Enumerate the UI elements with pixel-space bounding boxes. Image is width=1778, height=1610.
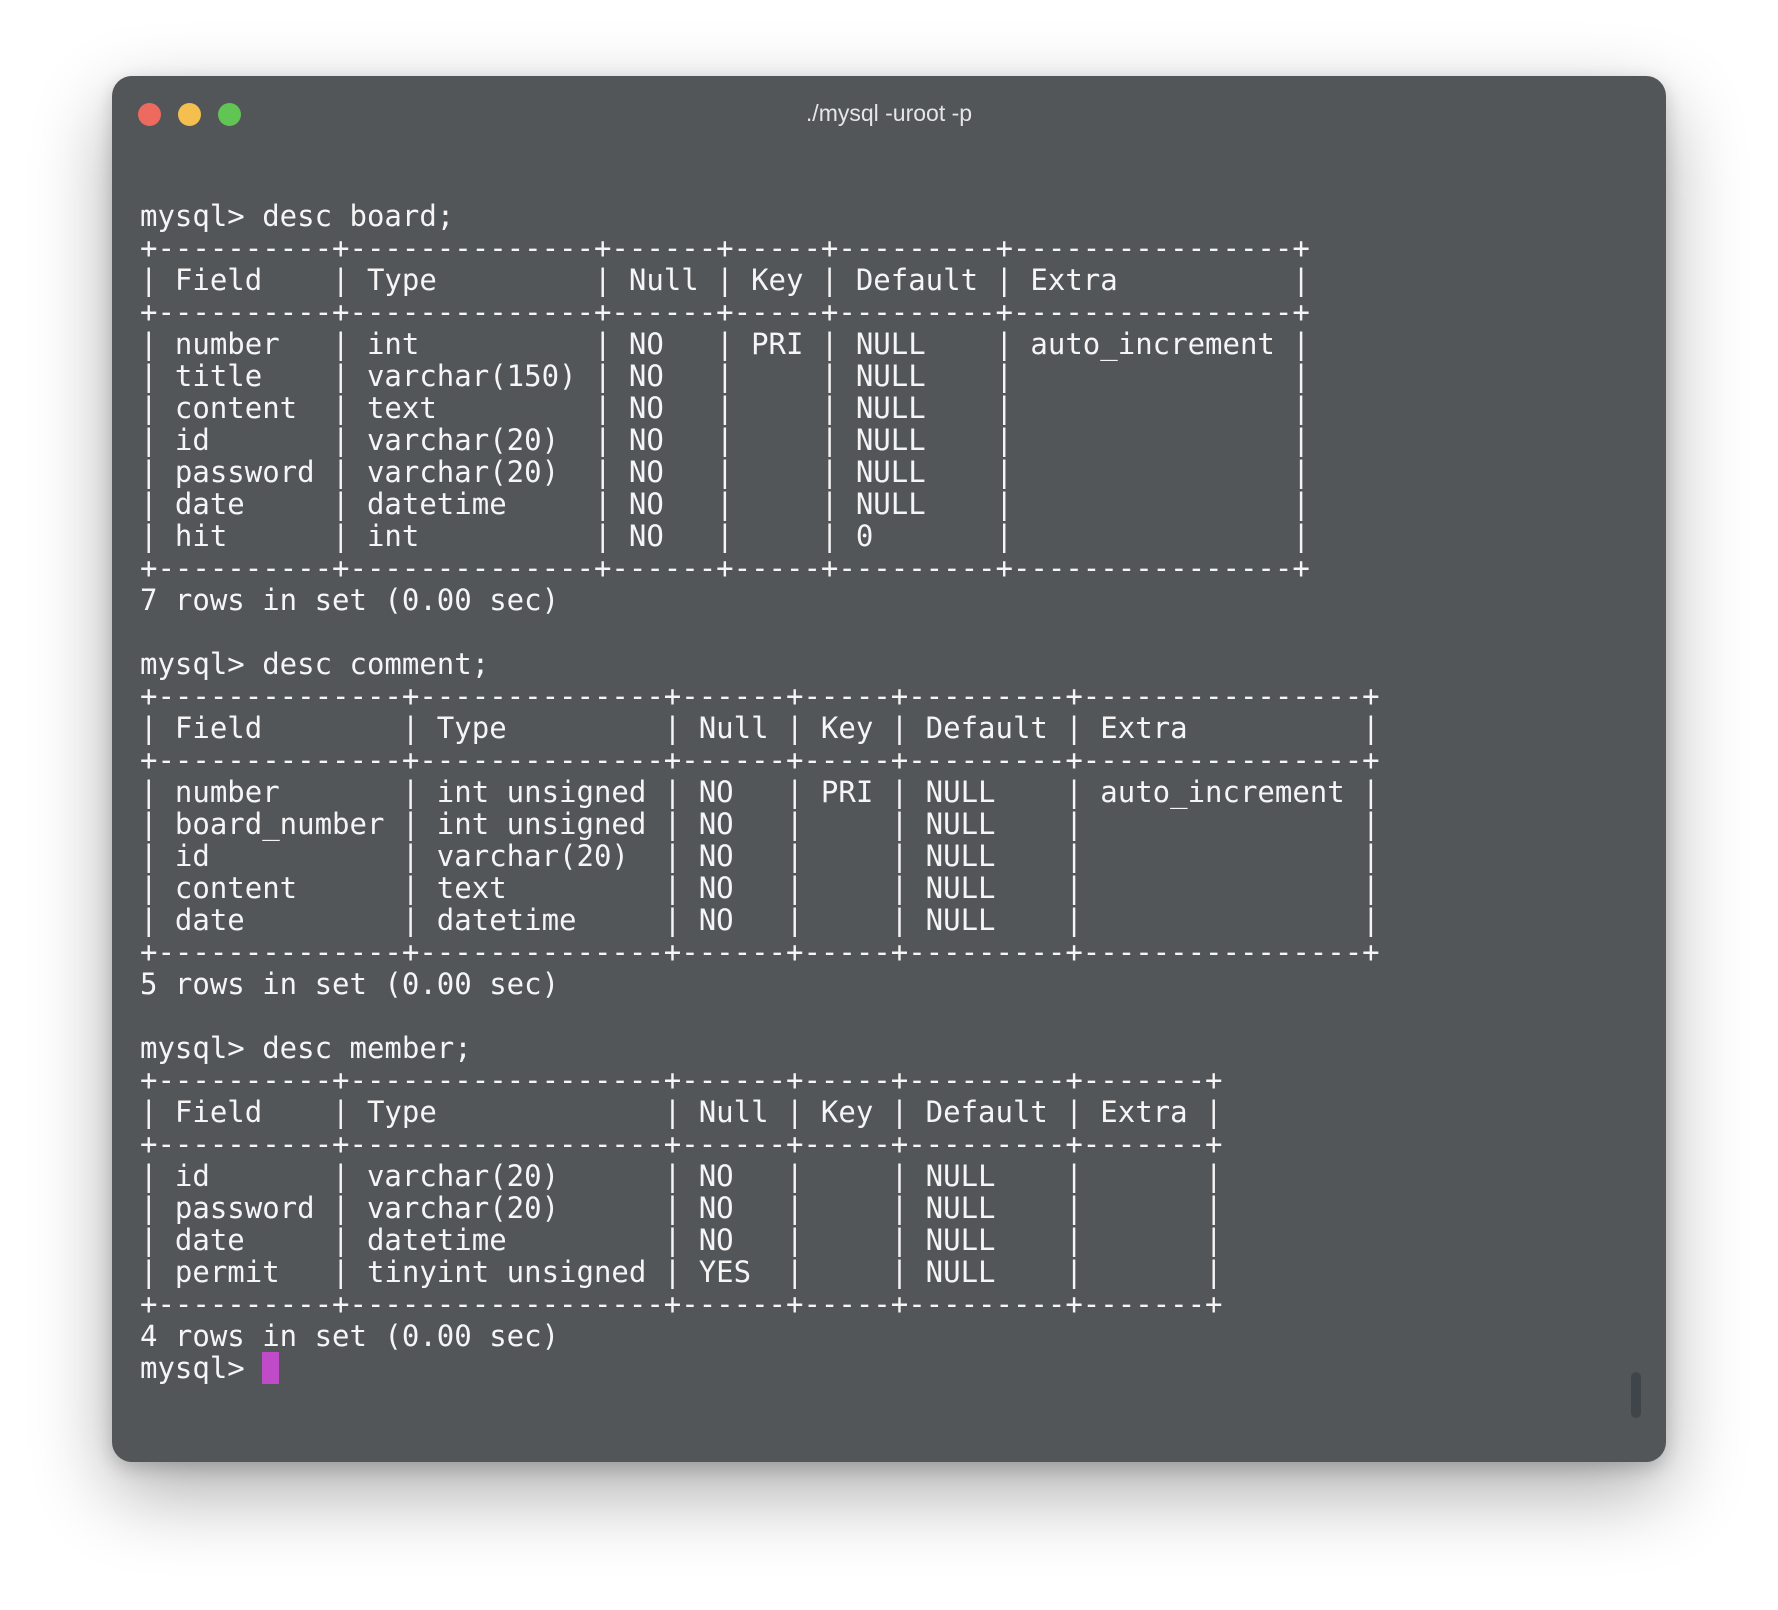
terminal-output: mysql> desc board; +----------+---------… [140,199,1380,1353]
command-prompt-line[interactable]: mysql> [140,1352,1626,1384]
scrollbar-thumb[interactable] [1631,1372,1641,1418]
terminal-window: ./mysql -uroot -p mysql> desc board; +--… [112,76,1666,1462]
terminal-content[interactable]: mysql> desc board; +----------+---------… [140,200,1626,1462]
cursor-icon [262,1352,280,1384]
prompt-text: mysql> [140,1351,263,1385]
window-title: ./mysql -uroot -p [805,100,973,126]
title-bar: ./mysql -uroot -p [112,76,1666,150]
